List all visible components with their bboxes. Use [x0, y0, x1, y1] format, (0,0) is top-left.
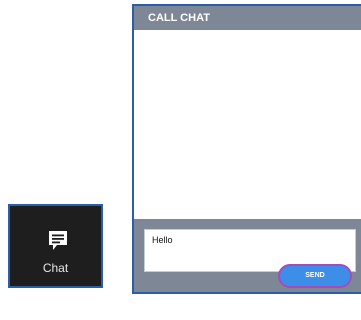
panel-title: CALL CHAT [134, 6, 361, 30]
chat-bubble-icon [48, 230, 68, 252]
send-button[interactable]: SEND [278, 264, 352, 288]
chat-composer: Hello SEND [134, 219, 361, 292]
chat-toggle-label: Chat [42, 261, 69, 275]
chat-messages-area[interactable] [134, 30, 361, 219]
chat-toggle-button[interactable]: Chat [8, 204, 103, 288]
call-chat-panel: CALL CHAT Hello SEND [132, 4, 361, 294]
